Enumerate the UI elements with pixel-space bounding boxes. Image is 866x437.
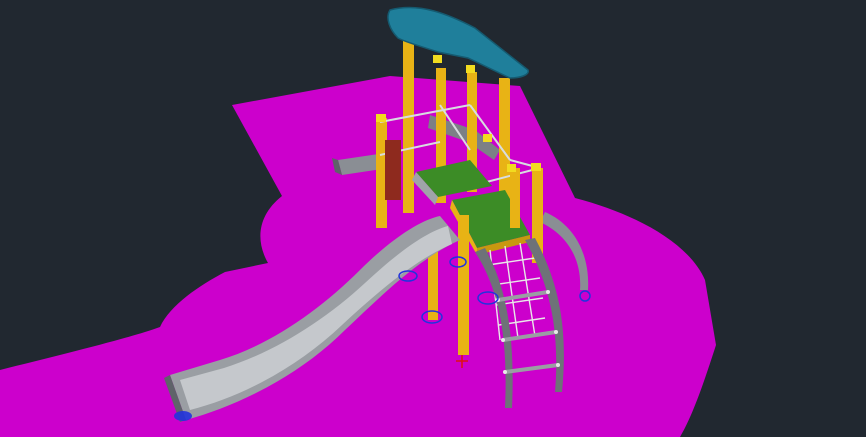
ground-surface (0, 76, 716, 437)
red-panel (385, 140, 401, 200)
cad-viewport[interactable] (0, 0, 866, 437)
playground-structure-icon[interactable] (0, 0, 866, 437)
